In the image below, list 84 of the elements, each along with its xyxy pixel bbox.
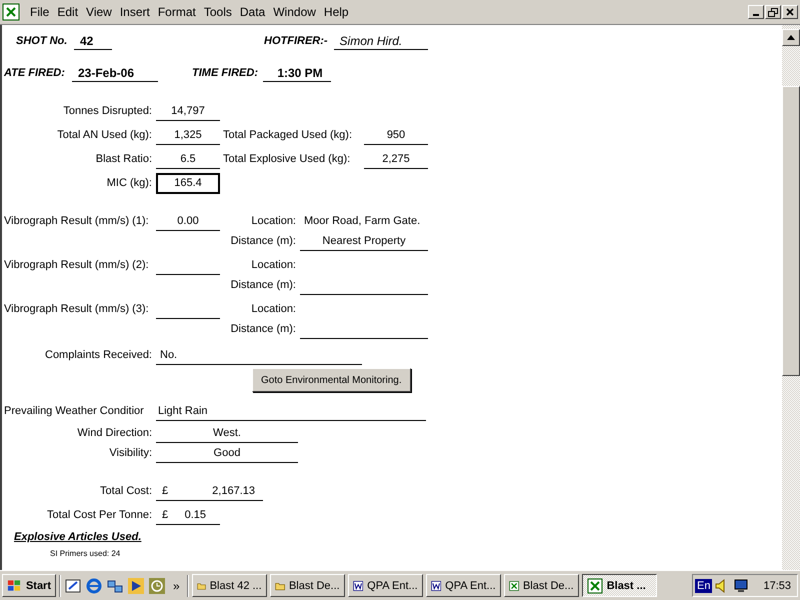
field-label: Total AN Used (kg): bbox=[57, 129, 153, 141]
field-label: Visibility: bbox=[109, 447, 153, 459]
desktop-icon[interactable] bbox=[64, 576, 82, 594]
field-label: Vibrograph Result (mm/s) (3): bbox=[4, 303, 150, 315]
taskbar-button[interactable]: Blast ... bbox=[582, 574, 657, 597]
start-button[interactable]: Start bbox=[2, 574, 56, 597]
close-icon bbox=[786, 8, 794, 16]
amount: 2,167.13 bbox=[212, 484, 256, 498]
spreadsheet-x-icon bbox=[2, 3, 20, 21]
field-value: 1,325 bbox=[156, 126, 220, 144]
scroll-thumb[interactable] bbox=[782, 86, 800, 376]
field-value: 2,275 bbox=[364, 150, 428, 168]
menu-item[interactable]: Edit bbox=[53, 5, 82, 19]
menu-item[interactable]: Help bbox=[320, 5, 353, 19]
amount: 0.15 bbox=[184, 508, 207, 522]
field-label: Vibrograph Result (mm/s) (1): bbox=[4, 215, 150, 227]
more-chevron[interactable]: » bbox=[169, 578, 184, 592]
field-value: Light Rain bbox=[156, 402, 426, 420]
field-label: Total Explosive Used (kg): bbox=[222, 153, 350, 165]
scroll-up-button[interactable] bbox=[782, 29, 800, 46]
menu-item[interactable]: View bbox=[82, 5, 116, 19]
menu-item[interactable]: Format bbox=[154, 5, 200, 19]
field-label: Total Packaged Used (kg): bbox=[222, 129, 352, 141]
field-label: Distance (m): bbox=[230, 323, 297, 335]
browser-e-icon[interactable] bbox=[85, 576, 103, 594]
restore-button[interactable] bbox=[765, 5, 781, 19]
goto-button[interactable]: Goto Environmental Monitoring. bbox=[252, 368, 411, 392]
field-label: TIME FIRED: bbox=[192, 67, 258, 79]
field-label: ATE FIRED: bbox=[4, 67, 65, 79]
field-value: 1:30 PM bbox=[263, 64, 331, 82]
taskbar-button[interactable]: Blast 42 ... bbox=[192, 574, 267, 597]
clock-icon[interactable] bbox=[148, 576, 166, 594]
field-label: Total Cost: bbox=[100, 485, 153, 497]
field-label: MIC (kg): bbox=[106, 177, 153, 189]
field-value: Nearest Property bbox=[300, 232, 428, 250]
up-arrow-icon bbox=[787, 35, 795, 40]
menu-item[interactable]: Data bbox=[236, 5, 270, 19]
field-label: Distance (m): bbox=[230, 279, 297, 291]
taskbar-button[interactable]: Blast De... bbox=[504, 574, 579, 597]
menu-item[interactable]: File bbox=[26, 5, 54, 19]
field-label: Location: bbox=[251, 303, 297, 315]
currency-symbol: £ bbox=[161, 508, 168, 522]
minimize-button[interactable] bbox=[748, 5, 764, 19]
field-label: Location: bbox=[251, 259, 297, 271]
field-label: Vibrograph Result (mm/s) (2): bbox=[4, 259, 150, 271]
field-value: 0.00 bbox=[156, 212, 220, 230]
field-value: 14,797 bbox=[156, 102, 220, 120]
field-label: Total Cost Per Tonne: bbox=[47, 509, 153, 521]
play-icon[interactable] bbox=[127, 576, 145, 594]
field-label: Prevailing Weather Conditior bbox=[4, 405, 145, 417]
partial-text: SI Primers used: 24 bbox=[49, 549, 122, 559]
field-label: SHOT No. bbox=[15, 35, 68, 47]
field-label: Blast Ratio: bbox=[96, 153, 153, 165]
field-value: West. bbox=[156, 424, 298, 442]
field-label: Location: bbox=[251, 215, 297, 227]
field-label: HOTFIRER:- bbox=[264, 35, 328, 47]
section-heading: Explosive Articles Used. bbox=[13, 531, 142, 543]
field-value: 23-Feb-06 bbox=[72, 64, 158, 82]
language-indicator[interactable]: En bbox=[695, 578, 712, 592]
windows-logo-icon bbox=[7, 578, 22, 592]
field-value: No. bbox=[156, 346, 362, 364]
clock: 17:53 bbox=[763, 580, 791, 592]
taskbar-button[interactable]: QPA Ent... bbox=[348, 574, 423, 597]
field-value: Moor Road, Farm Gate. bbox=[303, 215, 422, 227]
field-value: 42 bbox=[74, 32, 112, 50]
taskbar-button[interactable]: QPA Ent... bbox=[426, 574, 501, 597]
restore-icon bbox=[768, 8, 778, 16]
taskbar-button[interactable]: Blast De... bbox=[270, 574, 345, 597]
field-label: Tonnes Disrupted: bbox=[63, 105, 153, 117]
menu-item[interactable]: Window bbox=[269, 5, 320, 19]
field-value: 950 bbox=[364, 126, 428, 144]
spreadsheet-x-icon bbox=[586, 578, 603, 594]
field-value: Good bbox=[156, 444, 298, 462]
currency-symbol: £ bbox=[161, 484, 168, 498]
menu-item[interactable]: Insert bbox=[116, 5, 154, 19]
field-value: Simon Hird. bbox=[334, 32, 428, 50]
close-button[interactable] bbox=[782, 5, 798, 19]
field-value: 165.4 bbox=[156, 172, 220, 194]
field-value: 6.5 bbox=[156, 150, 220, 168]
field-label: Wind Direction: bbox=[77, 427, 153, 439]
menu-item[interactable]: Tools bbox=[200, 5, 236, 19]
field-label: Distance (m): bbox=[230, 235, 297, 247]
field-label: Complaints Received: bbox=[45, 349, 153, 361]
monitor-icon[interactable] bbox=[732, 578, 750, 594]
